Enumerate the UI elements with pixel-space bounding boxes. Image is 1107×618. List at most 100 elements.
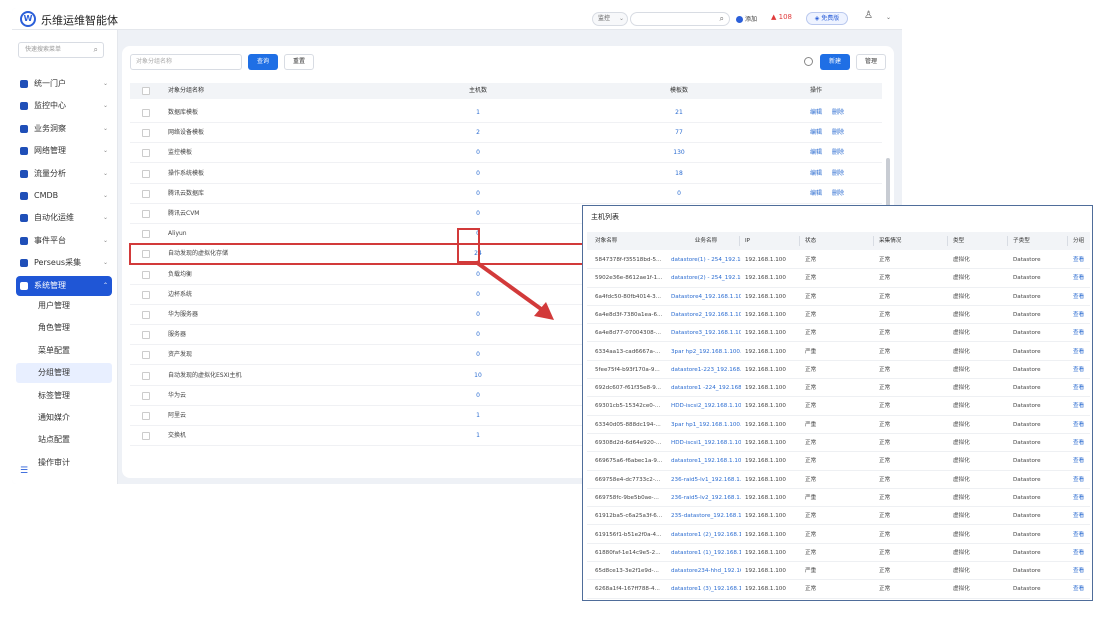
host-count-link[interactable]: 0 (468, 345, 488, 365)
business-name-link[interactable]: datastore1 (3)_192.168.1. (671, 580, 741, 598)
reset-button[interactable]: 重置 (284, 54, 314, 70)
edit-link[interactable]: 编辑 (810, 129, 822, 136)
menu-collapse-icon[interactable]: ☰ (20, 466, 28, 476)
query-button[interactable]: 查询 (248, 54, 278, 70)
view-link[interactable]: 查看 (1073, 507, 1084, 525)
sidebar-subitem[interactable]: 角色管理 (16, 318, 112, 338)
table-row[interactable]: 腾讯云数据库 0 0 编辑 删除 (130, 184, 882, 204)
sidebar-subitem[interactable]: 通知媒介 (16, 408, 112, 428)
business-name-link[interactable]: datastore1 (1)_192.168.1. (671, 544, 741, 562)
host-row[interactable]: 69308d2d-6d64e920-... HDD-iscsi1_192.168.… (587, 434, 1090, 453)
chevron-down-icon[interactable]: ⌄ (886, 14, 891, 21)
template-count-link[interactable]: 130 (664, 143, 694, 163)
table-row[interactable]: 操作系统模板 0 18 编辑 删除 (130, 164, 882, 184)
view-link[interactable]: 查看 (1073, 379, 1084, 397)
table-row[interactable]: 监控模板 0 130 编辑 删除 (130, 143, 882, 164)
free-edition-badge[interactable]: ◈ 免费版 (806, 12, 848, 25)
delete-link[interactable]: 删除 (832, 170, 844, 177)
view-link[interactable]: 查看 (1073, 580, 1084, 598)
template-count-link[interactable]: 21 (664, 103, 694, 123)
global-search-input[interactable]: ⌕ (630, 12, 730, 26)
view-link[interactable]: 查看 (1073, 544, 1084, 562)
delete-link[interactable]: 删除 (832, 109, 844, 116)
business-name-link[interactable]: 236-raid5-lv1_192.168.1.1 (671, 471, 741, 489)
host-count-link[interactable]: 2 (468, 123, 488, 143)
view-link[interactable]: 查看 (1073, 269, 1084, 287)
sidebar-item[interactable]: 网络管理 ⌄ (16, 141, 112, 161)
edit-link[interactable]: 编辑 (810, 170, 822, 177)
sidebar-item[interactable]: 监控中心 ⌄ (16, 96, 112, 116)
host-count-link[interactable]: 1 (468, 406, 488, 426)
view-link[interactable]: 查看 (1073, 526, 1084, 544)
view-link[interactable]: 查看 (1073, 343, 1084, 361)
host-row[interactable]: 669758fc-9be5b0ae-... 236-raid5-lv2_192.1… (587, 489, 1090, 508)
sidebar-subitem[interactable]: 菜单配置 (16, 341, 112, 361)
delete-link[interactable]: 删除 (832, 190, 844, 197)
row-checkbox[interactable] (142, 331, 150, 340)
edit-link[interactable]: 编辑 (810, 190, 822, 197)
template-count-link[interactable]: 18 (664, 164, 694, 184)
new-button[interactable]: 新建 (820, 54, 850, 70)
manage-button[interactable]: 管理 (856, 54, 886, 70)
view-link[interactable]: 查看 (1073, 361, 1084, 379)
view-link[interactable]: 查看 (1073, 434, 1084, 452)
view-link[interactable]: 查看 (1073, 251, 1084, 269)
row-checkbox[interactable] (142, 210, 150, 218)
sidebar-subitem[interactable]: 站点配置 (16, 430, 112, 450)
menu-search-input[interactable]: 快速搜索菜单 ⌕ (18, 42, 104, 58)
business-name-link[interactable]: 236-raid5-lv2_192.168.1.1 (671, 489, 741, 507)
host-count-link[interactable]: 0 (468, 325, 488, 345)
row-checkbox[interactable] (142, 371, 150, 380)
add-button[interactable]: 添加 (736, 14, 757, 23)
sidebar-item[interactable]: 流量分析 ⌄ (16, 164, 112, 184)
sidebar-item[interactable]: 自动化运维 ⌄ (16, 208, 112, 228)
host-row[interactable]: 5847378f-f35518bd-5... datastore(1) - 254… (587, 251, 1090, 270)
row-checkbox[interactable] (142, 189, 150, 198)
business-name-link[interactable]: datastore1_192.168.1.100 (671, 452, 741, 470)
template-count-link[interactable]: 77 (664, 123, 694, 143)
business-name-link[interactable]: datastore1 -224_192.168. (671, 379, 741, 397)
host-count-link[interactable]: 0 (468, 204, 488, 224)
host-row[interactable]: 5fee75f4-b93f170a-9... datastore1-223_192… (587, 361, 1090, 380)
host-row[interactable]: 692dc607-f61f35e8-9... datastore1 -224_19… (587, 379, 1090, 398)
host-count-link[interactable]: 10 (468, 366, 488, 386)
table-row[interactable]: 数据库模板 1 21 编辑 删除 (130, 103, 882, 123)
view-link[interactable]: 查看 (1073, 471, 1084, 489)
sidebar-item[interactable]: 统一门户 ⌄ (16, 74, 112, 94)
view-link[interactable]: 查看 (1073, 288, 1084, 306)
delete-link[interactable]: 删除 (832, 149, 844, 156)
row-checkbox[interactable] (142, 432, 150, 441)
business-name-link[interactable]: datastore234-hhd_192.16 (671, 562, 741, 580)
row-checkbox[interactable] (142, 412, 150, 420)
host-row[interactable]: 61912ba5-c6a25a3f-6... 235-datastore_192.… (587, 507, 1090, 526)
row-checkbox[interactable] (142, 391, 150, 400)
host-count-link[interactable]: 0 (468, 184, 488, 204)
sidebar-item[interactable]: 系统管理 ⌃ (16, 275, 112, 296)
host-row[interactable]: 6a4e8d77-07004308-... Datastore3_192.168.… (587, 324, 1090, 343)
edit-link[interactable]: 编辑 (810, 109, 822, 116)
host-count-link[interactable]: 0 (468, 386, 488, 406)
table-row[interactable]: 网络设备模板 2 77 编辑 删除 (130, 123, 882, 144)
view-link[interactable]: 查看 (1073, 397, 1084, 415)
row-checkbox[interactable] (142, 351, 150, 360)
sidebar-item[interactable]: CMDB ⌄ (16, 186, 112, 206)
host-count-link[interactable]: 0 (468, 164, 488, 184)
sidebar-subitem[interactable]: 分组管理 (16, 363, 112, 384)
business-name-link[interactable]: datastore1-223_192.168.1 (671, 361, 741, 379)
host-row[interactable]: 63340d05-888dc194-... 3par hp1_192.168.1.… (587, 416, 1090, 434)
view-link[interactable]: 查看 (1073, 416, 1084, 434)
select-all-checkbox[interactable] (142, 87, 150, 95)
row-checkbox[interactable] (142, 250, 150, 259)
row-checkbox[interactable] (142, 290, 150, 299)
user-icon[interactable]: ♙ (864, 10, 873, 21)
business-name-link[interactable]: datastore(2) - 254_192.1€ (671, 269, 741, 287)
business-name-link[interactable]: 3par hp2_192.168.1.100... (671, 343, 741, 361)
view-link[interactable]: 查看 (1073, 324, 1084, 342)
business-name-link[interactable]: HDD-iscsi2_192.168.1.10( (671, 397, 741, 415)
business-name-link[interactable]: Datastore2_192.168.1.10( (671, 306, 741, 324)
group-name-filter-input[interactable]: 对象分组名称 (130, 54, 242, 70)
sidebar-item[interactable]: Perseus采集 ⌄ (16, 253, 112, 273)
host-row[interactable]: 5902e36e-8612ae1f-1... datastore(2) - 254… (587, 269, 1090, 288)
host-count-link[interactable]: 0 (468, 143, 488, 163)
host-row[interactable]: 69301cb5-15342ce0-... HDD-iscsi2_192.168.… (587, 397, 1090, 416)
